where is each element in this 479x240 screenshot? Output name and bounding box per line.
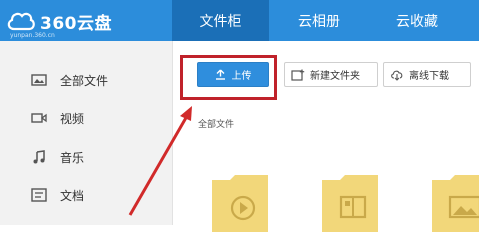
new-folder-button[interactable]: 新建文件夹 — [284, 62, 378, 87]
new-folder-label: 新建文件夹 — [310, 71, 360, 82]
all-files-icon — [30, 71, 48, 89]
tab-file-cabinet[interactable]: 文件柜 — [172, 0, 269, 41]
offline-download-label: 离线下载 — [409, 71, 449, 82]
video-folder-icon[interactable] — [210, 172, 270, 232]
sidebar: 全部文件 视频 音乐 文档 — [0, 41, 173, 225]
tab-cloud-album[interactable]: 云相册 — [269, 0, 369, 41]
sidebar-item-music[interactable]: 音乐 — [0, 142, 172, 172]
logo-subtext: yunpan.360.cn — [10, 32, 55, 39]
breadcrumb[interactable]: 全部文件 — [198, 117, 234, 130]
sidebar-item-video[interactable]: 视频 — [0, 103, 172, 133]
cloud-logo-icon — [7, 12, 35, 31]
sidebar-item-all-files[interactable]: 全部文件 — [0, 65, 172, 95]
sidebar-item-label: 音乐 — [60, 150, 85, 165]
document-icon — [30, 186, 48, 204]
top-bar: 360云盘 yunpan.360.cn 文件柜 云相册 云收藏 — [0, 0, 479, 41]
main-nav: 文件柜 云相册 云收藏 — [172, 0, 465, 41]
upload-button[interactable]: 上传 — [197, 62, 269, 87]
logo-text: 360云盘 — [40, 13, 112, 34]
upload-icon — [215, 69, 225, 80]
image-folder-icon[interactable] — [430, 172, 479, 232]
upload-label: 上传 — [231, 71, 252, 82]
sidebar-item-label: 全部文件 — [60, 73, 109, 88]
offline-download-button[interactable]: 离线下载 — [383, 62, 471, 87]
cloud-download-icon — [391, 70, 403, 81]
sidebar-item-label: 视频 — [60, 111, 85, 126]
video-icon — [30, 109, 48, 127]
music-icon — [30, 148, 48, 166]
app-logo[interactable]: 360云盘 yunpan.360.cn — [6, 6, 112, 39]
document-folder-icon[interactable] — [320, 172, 380, 232]
sidebar-item-documents[interactable]: 文档 — [0, 180, 172, 210]
tab-cloud-favorites[interactable]: 云收藏 — [369, 0, 465, 41]
new-folder-icon — [291, 69, 305, 81]
sidebar-item-label: 文档 — [60, 188, 85, 203]
